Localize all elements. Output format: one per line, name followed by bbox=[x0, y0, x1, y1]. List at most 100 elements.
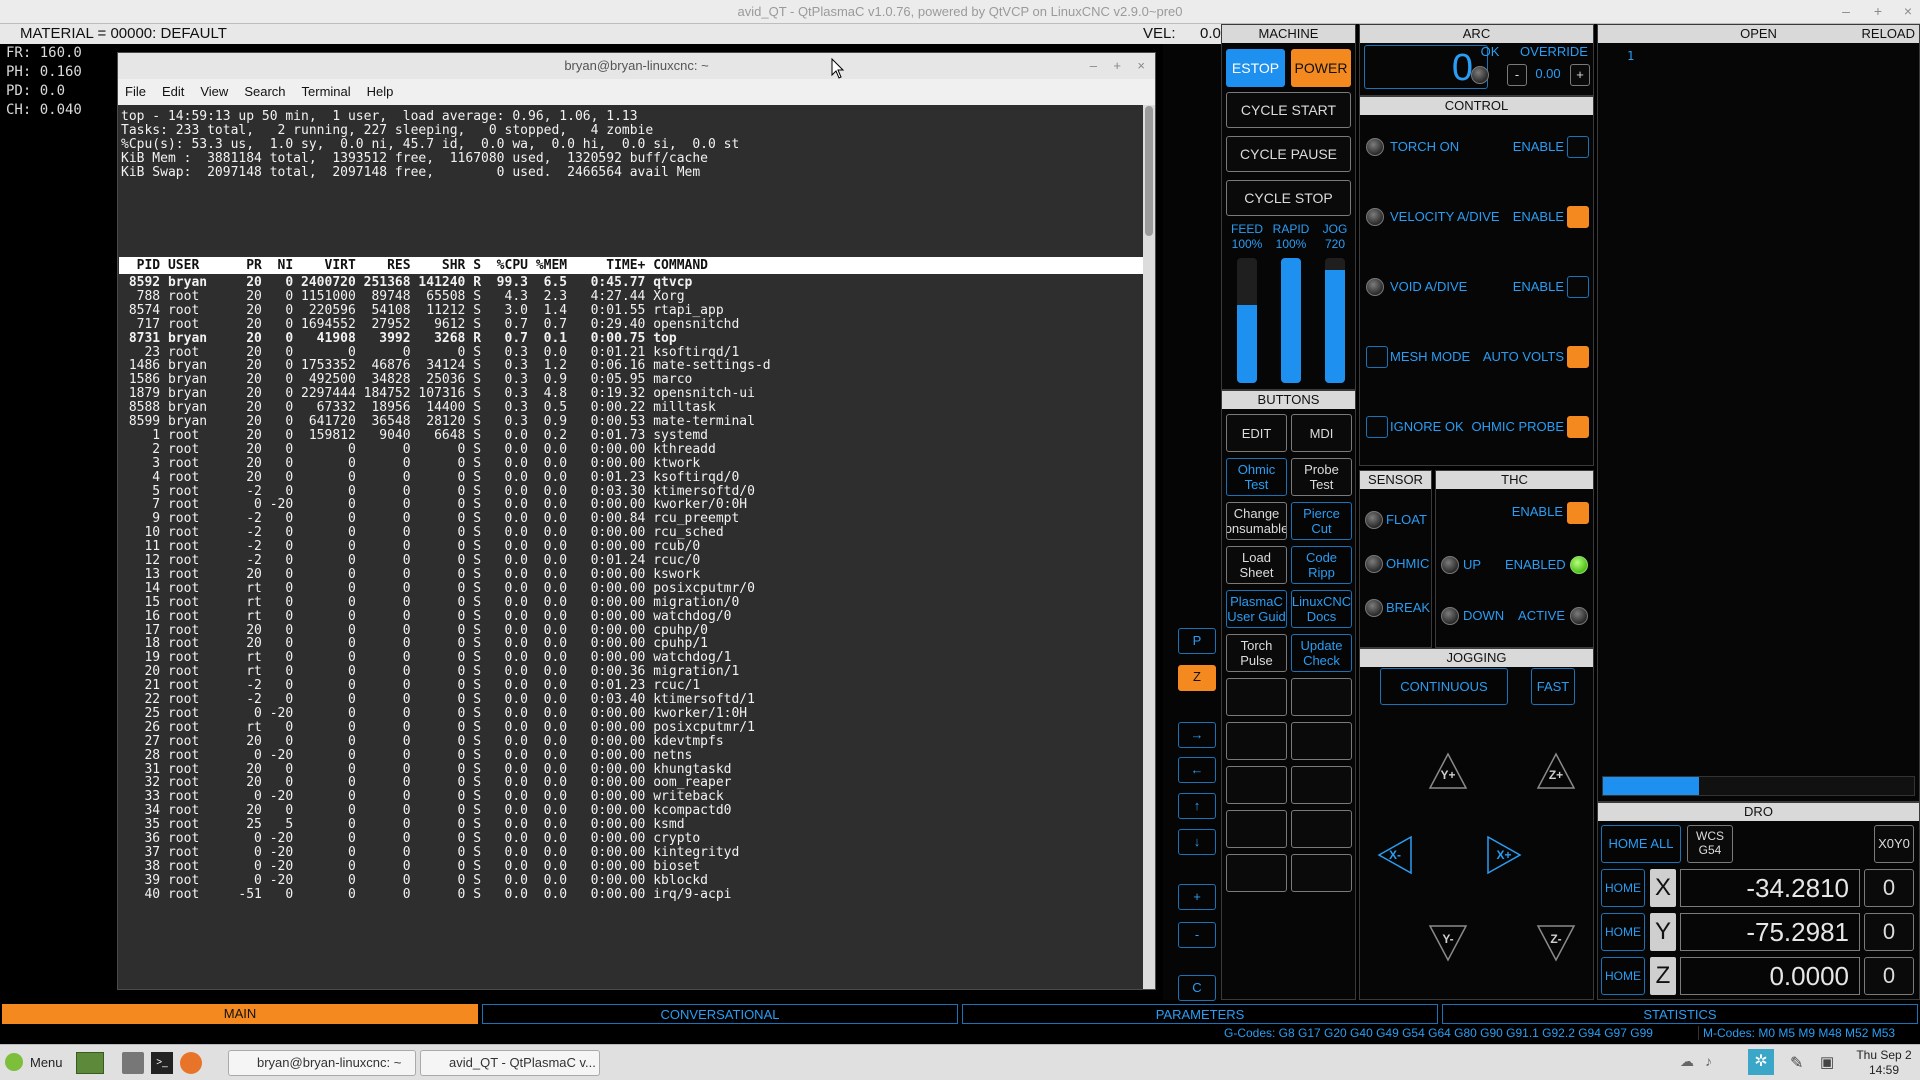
jog-xminus-button[interactable]: X- bbox=[1375, 835, 1415, 875]
control-right-checkbox-3[interactable] bbox=[1567, 346, 1589, 368]
strip-button-7[interactable]: - bbox=[1178, 922, 1216, 948]
custom-button-5[interactable]: Pierce Cut bbox=[1291, 502, 1352, 540]
terminal-minimize-icon[interactable]: – bbox=[1090, 53, 1097, 79]
control-left-checkbox-3[interactable] bbox=[1366, 346, 1388, 368]
control-left-checkbox-4[interactable] bbox=[1366, 416, 1388, 438]
estop-button[interactable]: ESTOP bbox=[1226, 49, 1285, 87]
menu-terminal[interactable]: Terminal bbox=[302, 79, 351, 105]
menu-edit[interactable]: Edit bbox=[162, 79, 184, 105]
slider-feed-track[interactable] bbox=[1237, 258, 1257, 383]
tab-main[interactable]: MAIN bbox=[2, 1004, 478, 1024]
tab-parameters[interactable]: PARAMETERS bbox=[962, 1004, 1438, 1024]
override-minus-button[interactable]: - bbox=[1507, 64, 1527, 86]
tab-statistics[interactable]: STATISTICS bbox=[1442, 1004, 1918, 1024]
custom-button-18[interactable] bbox=[1226, 810, 1287, 848]
cycle-stop-button[interactable]: CYCLE STOP bbox=[1226, 180, 1351, 216]
home-all-button[interactable]: HOME ALL bbox=[1601, 825, 1681, 863]
terminal-window[interactable]: bryan@bryan-linuxcnc: ~ – + × File Edit … bbox=[117, 52, 1156, 990]
thc-enable-checkbox[interactable] bbox=[1567, 502, 1589, 524]
terminal-close-icon[interactable]: × bbox=[1137, 53, 1145, 79]
strip-button-3[interactable]: ← bbox=[1178, 757, 1216, 783]
file-manager-icon[interactable] bbox=[122, 1052, 144, 1074]
custom-button-17[interactable] bbox=[1291, 766, 1352, 804]
update-manager-icon[interactable]: ✲ bbox=[1748, 1049, 1774, 1075]
jog-fast-button[interactable]: FAST bbox=[1531, 668, 1575, 705]
reload-button[interactable]: RELOAD bbox=[1862, 25, 1915, 43]
terminal-output[interactable]: top - 14:59:13 up 50 min, 1 user, load a… bbox=[118, 105, 1143, 989]
custom-button-7[interactable]: Code Ripp bbox=[1291, 546, 1352, 584]
strip-button-5[interactable]: ↓ bbox=[1178, 829, 1216, 855]
cycle-start-button[interactable]: CYCLE START bbox=[1226, 92, 1351, 128]
dro-z-zero-button[interactable]: 0 bbox=[1864, 957, 1914, 995]
control-right-checkbox-1[interactable] bbox=[1567, 206, 1589, 228]
custom-button-1[interactable]: MDI bbox=[1291, 414, 1352, 452]
custom-button-8[interactable]: PlasmaC User Guid bbox=[1226, 590, 1287, 628]
custom-button-4[interactable]: Change onsumable bbox=[1226, 502, 1287, 540]
custom-button-2[interactable]: Ohmic Test bbox=[1226, 458, 1287, 496]
power-button[interactable]: POWER bbox=[1291, 49, 1351, 87]
override-plus-button[interactable]: + bbox=[1570, 64, 1590, 86]
jog-zplus-button[interactable]: Z+ bbox=[1536, 752, 1576, 792]
control-right-checkbox-2[interactable] bbox=[1567, 276, 1589, 298]
cycle-pause-button[interactable]: CYCLE PAUSE bbox=[1226, 136, 1351, 172]
clipboard-icon[interactable]: ▣ bbox=[1820, 1053, 1842, 1073]
menu-file[interactable]: File bbox=[125, 79, 146, 105]
dro-home-y-button[interactable]: HOME bbox=[1601, 913, 1645, 951]
strip-button-4[interactable]: ↑ bbox=[1178, 793, 1216, 819]
minimize-icon[interactable]: – bbox=[1838, 2, 1854, 20]
maximize-icon[interactable]: + bbox=[1870, 2, 1886, 20]
strip-button-8[interactable]: C bbox=[1178, 975, 1216, 1001]
menu-view[interactable]: View bbox=[200, 79, 228, 105]
custom-button-14[interactable] bbox=[1226, 722, 1287, 760]
custom-button-0[interactable]: EDIT bbox=[1226, 414, 1287, 452]
custom-button-9[interactable]: LinuxCNC Docs bbox=[1291, 590, 1352, 628]
custom-button-13[interactable] bbox=[1291, 678, 1352, 716]
clock[interactable]: Thu Sep 2 14:59 bbox=[1852, 1048, 1916, 1078]
custom-button-15[interactable] bbox=[1291, 722, 1352, 760]
custom-button-3[interactable]: Probe Test bbox=[1291, 458, 1352, 496]
x0y0-button[interactable]: X0Y0 bbox=[1874, 825, 1914, 863]
terminal-launcher-icon[interactable]: >_ bbox=[151, 1052, 173, 1074]
terminal-maximize-icon[interactable]: + bbox=[1113, 53, 1121, 79]
custom-button-11[interactable]: Update Check bbox=[1291, 634, 1352, 672]
slider-jog-track[interactable] bbox=[1325, 258, 1345, 383]
menu-help[interactable]: Help bbox=[367, 79, 394, 105]
jog-zminus-button[interactable]: Z- bbox=[1536, 922, 1576, 962]
network-icon[interactable]: ☁ bbox=[1680, 1053, 1700, 1073]
custom-button-16[interactable] bbox=[1226, 766, 1287, 804]
tab-conversational[interactable]: CONVERSATIONAL bbox=[482, 1004, 958, 1024]
custom-button-20[interactable] bbox=[1226, 854, 1287, 892]
strip-button-6[interactable]: + bbox=[1178, 884, 1216, 910]
strip-button-1[interactable]: Z bbox=[1178, 665, 1216, 691]
dro-x-zero-button[interactable]: 0 bbox=[1864, 869, 1914, 907]
close-icon[interactable]: × bbox=[1900, 2, 1916, 20]
custom-button-12[interactable] bbox=[1226, 678, 1287, 716]
jog-yminus-button[interactable]: Y- bbox=[1428, 922, 1468, 962]
wcs-button[interactable]: WCS G54 bbox=[1687, 825, 1733, 863]
jog-yplus-button[interactable]: Y+ bbox=[1428, 752, 1468, 792]
custom-button-10[interactable]: Torch Pulse bbox=[1226, 634, 1287, 672]
terminal-scrollbar[interactable] bbox=[1143, 105, 1155, 989]
volume-icon[interactable]: ♪ bbox=[1705, 1053, 1725, 1073]
terminal-title-bar[interactable]: bryan@bryan-linuxcnc: ~ – + × bbox=[118, 53, 1155, 79]
strip-button-2[interactable]: → bbox=[1178, 722, 1216, 748]
control-right-checkbox-4[interactable] bbox=[1567, 416, 1589, 438]
mint-menu-icon[interactable] bbox=[5, 1053, 23, 1071]
taskbar-terminal-window[interactable]: bryan@bryan-linuxcnc: ~ bbox=[228, 1050, 416, 1076]
dro-home-z-button[interactable]: HOME bbox=[1601, 957, 1645, 995]
slider-rapid-track[interactable] bbox=[1281, 258, 1301, 383]
dro-home-x-button[interactable]: HOME bbox=[1601, 869, 1645, 907]
firefox-icon[interactable] bbox=[180, 1052, 202, 1074]
strip-button-0[interactable]: P bbox=[1178, 628, 1216, 654]
taskbar-qtplasmac-window[interactable]: avid_QT - QtPlasmaC v... bbox=[420, 1050, 600, 1076]
pen-icon[interactable]: ✎ bbox=[1790, 1053, 1812, 1073]
menu-search[interactable]: Search bbox=[244, 79, 285, 105]
jog-xplus-button[interactable]: X+ bbox=[1484, 835, 1524, 875]
custom-button-21[interactable] bbox=[1291, 854, 1352, 892]
custom-button-19[interactable] bbox=[1291, 810, 1352, 848]
menu-button[interactable]: Menu bbox=[30, 1055, 63, 1070]
control-right-checkbox-0[interactable] bbox=[1567, 136, 1589, 158]
dro-y-zero-button[interactable]: 0 bbox=[1864, 913, 1914, 951]
jog-continuous-button[interactable]: CONTINUOUS bbox=[1380, 668, 1508, 705]
show-desktop-icon[interactable] bbox=[76, 1052, 104, 1074]
